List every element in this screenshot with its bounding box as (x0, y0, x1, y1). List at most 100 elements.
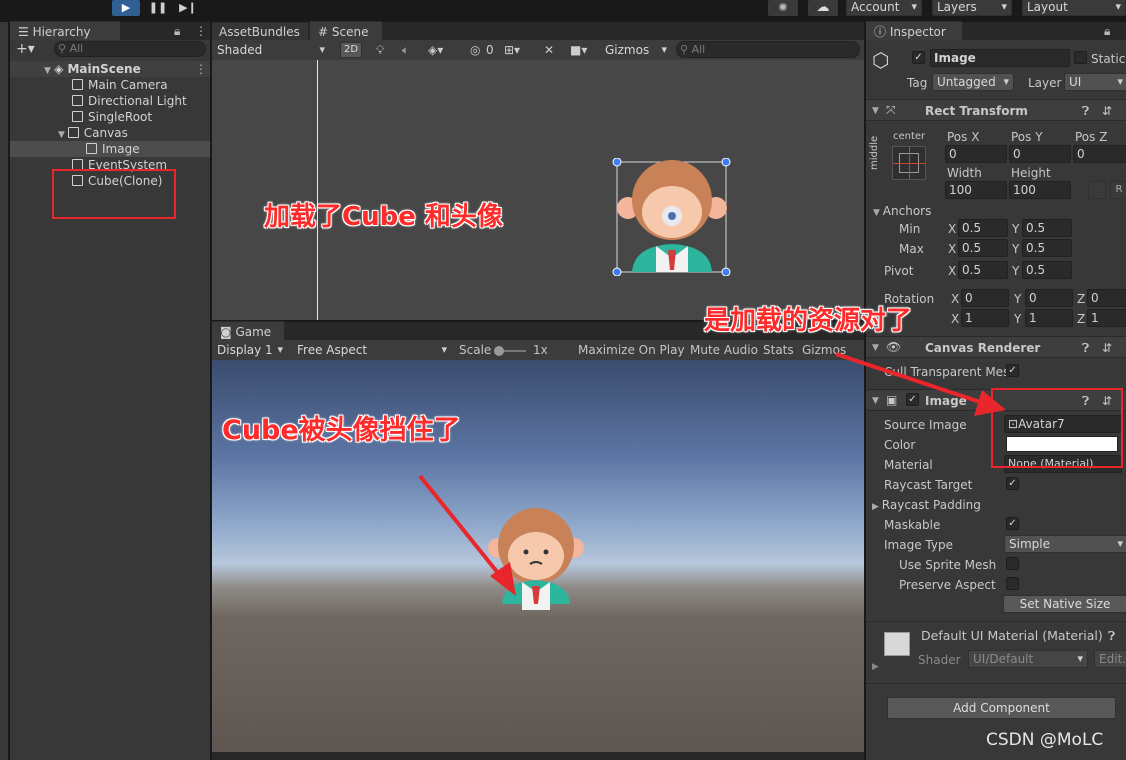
pos-x-field[interactable]: 0 (945, 145, 1007, 163)
height-field[interactable]: 100 (1009, 181, 1071, 199)
hierarchy-item-main-camera[interactable]: Main Camera (72, 78, 168, 92)
tab-game[interactable]: ◙ Game (212, 321, 284, 340)
rect-transform-foldout[interactable]: ▼ (872, 104, 879, 118)
foldout-arrow-icon: ▶ (872, 502, 882, 512)
scene-menu-icon[interactable]: ⋮ (195, 63, 207, 75)
display-dropdown[interactable]: Display 1 (212, 341, 288, 359)
scale-x-field[interactable]: 1 (961, 309, 1009, 327)
grid-snap-icon[interactable]: ⊞▾ (504, 44, 520, 56)
maskable-checkbox[interactable]: ✓ (1006, 517, 1019, 530)
raycast-padding-label[interactable]: ▶ Raycast Padding (872, 498, 981, 514)
scene-search-input[interactable]: ⚲ All (676, 41, 860, 58)
unity-logo-icon: ◈ (54, 62, 68, 76)
hierarchy-item-directional-light[interactable]: Directional Light (72, 94, 187, 108)
left-edge-panel (0, 22, 8, 760)
visibility-icon[interactable]: ◎ (470, 44, 480, 56)
hierarchy-item-canvas[interactable]: ▼ Canvas (58, 126, 128, 142)
anchors-label[interactable]: ▼ Anchors (873, 204, 931, 220)
min-x-label: X (948, 222, 957, 236)
cloud-icon[interactable]: ☁ (808, 0, 838, 16)
help-icon[interactable]: ❓︎ (1082, 341, 1089, 355)
inspector-lock-icon[interactable]: 🔒︎ (1104, 25, 1110, 37)
scale-slider[interactable] (494, 346, 526, 356)
help-icon[interactable]: ❓︎ (1082, 104, 1089, 118)
cube-icon (72, 79, 83, 90)
tab-assetbundles[interactable]: AssetBundles (212, 22, 308, 40)
use-sprite-mesh-checkbox[interactable] (1006, 557, 1019, 570)
tab-scene[interactable]: # Scene (310, 21, 382, 40)
image-type-dropdown[interactable]: Simple (1004, 535, 1126, 553)
add-component-button[interactable]: Add Component (887, 697, 1116, 719)
max-x-field[interactable]: 0.5 (958, 239, 1008, 257)
layer-dropdown[interactable]: UI (1064, 73, 1126, 91)
scene-root-label: ▼ ◈ MainScene (44, 62, 141, 78)
hierarchy-search-input[interactable]: ⚲ All (54, 41, 206, 57)
raycast-target-checkbox[interactable]: ✓ (1006, 477, 1019, 490)
camera-icon[interactable]: ■▾ (570, 44, 587, 56)
settings-icon[interactable]: ⇵ (1102, 341, 1112, 355)
canvas-boundary-line (317, 60, 318, 320)
stats-toggle[interactable]: Stats (763, 344, 794, 356)
pivot-x-field[interactable]: 0.5 (958, 261, 1008, 279)
hierarchy-item-image[interactable]: Image (86, 142, 140, 156)
rot-x-field[interactable]: 0 (961, 289, 1009, 307)
blueprint-mode-button[interactable] (1088, 181, 1106, 199)
raw-edit-button[interactable]: R (1110, 181, 1126, 199)
shading-dropdown[interactable]: Shaded (212, 41, 330, 59)
menu-dots-icon[interactable]: ⋮ (195, 25, 207, 37)
account-dropdown[interactable]: Account (846, 0, 922, 16)
step-button[interactable]: ▶❙ (176, 0, 200, 16)
active-checkbox[interactable]: ✓ (912, 51, 925, 64)
edit-shader-button[interactable]: Edit... (1094, 650, 1126, 668)
layers-dropdown[interactable]: Layers (932, 0, 1012, 16)
pos-z-field[interactable]: 0 (1073, 145, 1126, 163)
anchor-presets-button[interactable] (892, 146, 926, 180)
rect-transform-icon: ⤧ (886, 103, 896, 117)
tools-icon[interactable]: ✕ (544, 44, 554, 56)
lock-icon[interactable]: 🔒︎ (174, 25, 180, 37)
min-x-field[interactable]: 0.5 (958, 219, 1008, 237)
scene-viewport[interactable] (212, 60, 864, 320)
gizmos-dropdown[interactable]: Gizmos (600, 41, 672, 59)
scale-z-field[interactable]: 1 (1087, 309, 1126, 327)
max-y-field[interactable]: 0.5 (1022, 239, 1072, 257)
play-button[interactable]: ▶ (112, 0, 140, 16)
effects-icon[interactable]: ◈▾ (428, 44, 443, 56)
raycast-target-label: Raycast Target (884, 478, 973, 492)
grid-icon: # (318, 25, 332, 39)
hierarchy-item-singleroot[interactable]: SingleRoot (72, 110, 152, 124)
set-native-size-button[interactable]: Set Native Size (1003, 595, 1126, 613)
pause-button[interactable]: ❚❚ (146, 0, 170, 16)
item-label: Main Camera (88, 78, 168, 92)
rot-z-field[interactable]: 0 (1087, 289, 1126, 307)
tab-hierarchy[interactable]: ☰ Hierarchy (10, 21, 120, 40)
object-name-field[interactable]: Image (930, 49, 1070, 67)
settings-icon[interactable]: ⇵ (1102, 104, 1112, 118)
pivot-y-field[interactable]: 0.5 (1022, 261, 1072, 279)
min-y-field[interactable]: 0.5 (1022, 219, 1072, 237)
scene-avatar-image[interactable] (612, 158, 732, 276)
audio-icon[interactable]: 🔈︎ (402, 44, 409, 56)
collab-icon[interactable]: ✺ (768, 0, 798, 16)
pos-y-field[interactable]: 0 (1009, 145, 1071, 163)
layout-dropdown[interactable]: Layout (1022, 0, 1126, 16)
scale-slider-thumb[interactable] (494, 346, 504, 356)
lighting-icon[interactable]: 💡︎ (376, 44, 384, 56)
preserve-aspect-checkbox[interactable] (1006, 577, 1019, 590)
aspect-dropdown[interactable]: Free Aspect (292, 341, 452, 359)
mute-audio-toggle[interactable]: Mute Audio (690, 344, 758, 356)
width-field[interactable]: 100 (945, 181, 1007, 199)
material-foldout[interactable]: ▶ (872, 660, 879, 674)
shader-dropdown[interactable]: UI/Default (968, 650, 1088, 668)
layout-label: Layout (1027, 0, 1068, 14)
static-checkbox[interactable] (1074, 51, 1087, 64)
tag-dropdown[interactable]: Untagged (932, 73, 1014, 91)
maximize-on-play-toggle[interactable]: Maximize On Play (578, 344, 685, 356)
add-object-button[interactable]: +▾ (16, 42, 35, 56)
info-icon: ⓘ (874, 25, 890, 39)
mode-2d-toggle[interactable]: 2D (340, 42, 362, 58)
rot-y-field[interactable]: 0 (1025, 289, 1073, 307)
scale-y-field[interactable]: 1 (1025, 309, 1073, 327)
tab-inspector[interactable]: ⓘ Inspector (866, 21, 962, 40)
help-icon[interactable]: ❓︎ (1108, 629, 1115, 643)
